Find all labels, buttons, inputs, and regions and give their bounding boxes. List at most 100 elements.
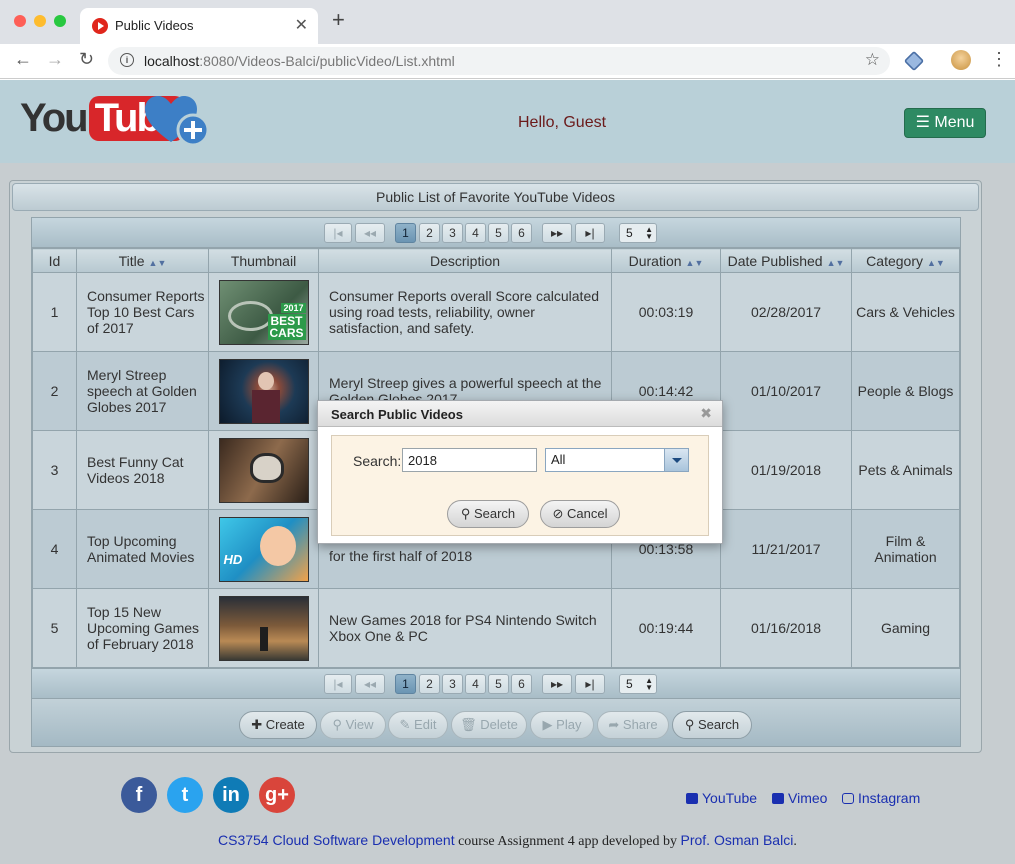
page-4-button[interactable]: 4 [465, 223, 486, 243]
author-link[interactable]: Prof. Osman Balci [680, 832, 793, 848]
delete-button[interactable]: 🗑 Delete [451, 711, 527, 739]
facebook-icon[interactable]: f [121, 777, 157, 813]
create-button[interactable]: ✚ Create [239, 711, 317, 739]
page-3-button[interactable]: 3 [442, 674, 463, 694]
browser-toolbar: ← → ↻ i localhost:8080/Videos-Balci/publ… [0, 44, 1015, 79]
plus-icon: ✚ [251, 717, 266, 732]
sort-icon[interactable]: ▲▼ [149, 258, 167, 268]
cell-id: 4 [32, 509, 77, 589]
col-header-id: Id [32, 248, 77, 273]
col-header-duration[interactable]: Duration ▲▼ [611, 248, 721, 273]
video-thumbnail[interactable] [218, 437, 309, 503]
back-icon[interactable]: ← [14, 49, 32, 70]
close-tab-icon[interactable]: ✕ [295, 15, 308, 35]
close-window-button[interactable] [14, 15, 26, 27]
vimeo-link[interactable]: Vimeo [772, 790, 827, 806]
col-header-category[interactable]: Category ▲▼ [851, 248, 960, 273]
new-tab-button[interactable]: + [332, 9, 345, 31]
linkedin-icon[interactable]: in [213, 777, 249, 813]
page-3-button[interactable]: 3 [442, 223, 463, 243]
cell-date: 01/10/2017 [720, 351, 852, 431]
profile-avatar[interactable] [951, 50, 971, 70]
page-6-button[interactable]: 6 [511, 674, 532, 694]
play-icon: ▶ [542, 717, 557, 732]
forward-icon[interactable]: → [46, 49, 64, 70]
page-6-button[interactable]: 6 [511, 223, 532, 243]
page-5-button[interactable]: 5 [488, 223, 509, 243]
browser-menu-icon[interactable]: ⋮ [990, 50, 1008, 68]
col-header-date[interactable]: Date Published ▲▼ [720, 248, 852, 273]
first-page-button[interactable]: |◂ [324, 674, 352, 694]
last-page-button[interactable]: ▸| [575, 674, 605, 694]
sort-icon[interactable]: ▲▼ [827, 258, 845, 268]
minimize-window-button[interactable] [34, 15, 46, 27]
close-icon[interactable]: ✖ [700, 405, 712, 422]
browser-tab[interactable]: Public Videos ✕ [80, 8, 318, 44]
cell-date: 11/21/2017 [720, 509, 852, 589]
chevron-down-icon[interactable] [664, 449, 688, 471]
share-icon: ➦ [608, 717, 623, 732]
youtube-link[interactable]: YouTube [686, 790, 757, 806]
cell-title: Top 15 New Upcoming Games of February 20… [76, 588, 209, 668]
view-button[interactable]: ⚲ View [320, 711, 386, 739]
sort-icon[interactable]: ▲▼ [686, 258, 704, 268]
instagram-link[interactable]: Instagram [842, 790, 920, 806]
zoom-window-button[interactable] [54, 15, 66, 27]
video-thumbnail[interactable] [218, 358, 309, 424]
dialog-search-button[interactable]: ⚲ Search [447, 500, 529, 528]
menu-button[interactable]: ☰ Menu [904, 108, 986, 138]
reload-icon[interactable]: ↻ [79, 49, 94, 70]
dialog-cancel-button[interactable]: ⊘ Cancel [540, 500, 620, 528]
page-1-button[interactable]: 1 [395, 223, 416, 243]
col-header-title[interactable]: Title ▲▼ [76, 248, 209, 273]
table-row[interactable]: 1 Consumer Reports Top 10 Best Cars of 2… [32, 272, 960, 352]
play-button[interactable]: ▶ Play [530, 711, 594, 739]
spinner-icon: ▲ ▼ [645, 676, 653, 692]
course-link[interactable]: CS3754 Cloud Software Development [218, 832, 455, 848]
video-thumbnail[interactable]: 2017 BEST CARS [218, 279, 309, 345]
video-thumbnail[interactable] [218, 595, 309, 661]
url-text: localhost:8080/Videos-Balci/publicVideo/… [144, 53, 455, 69]
cell-thumbnail [208, 351, 319, 431]
rows-per-page-select[interactable]: 5 ▲ ▼ [619, 223, 657, 243]
video-thumbnail[interactable]: HD [218, 516, 309, 582]
google-plus-icon[interactable]: g+ [259, 777, 295, 813]
bookmark-star-icon[interactable]: ☆ [865, 50, 880, 70]
page-5-button[interactable]: 5 [488, 674, 509, 694]
cancel-icon: ⊘ [552, 506, 568, 521]
next-page-button[interactable]: ▸▸ [542, 223, 572, 243]
sort-icon[interactable]: ▲▼ [927, 258, 945, 268]
prev-page-button[interactable]: ◂◂ [355, 674, 385, 694]
spinner-icon: ▲ ▼ [645, 225, 653, 241]
prev-page-button[interactable]: ◂◂ [355, 223, 385, 243]
page-1-button[interactable]: 1 [395, 674, 416, 694]
search-input[interactable] [402, 448, 537, 472]
search-icon: ⚲ [684, 717, 698, 732]
greeting-text: Hello, Guest [518, 114, 607, 131]
share-button[interactable]: ➦ Share [597, 711, 669, 739]
rows-per-page-select[interactable]: 5 ▲ ▼ [619, 674, 657, 694]
last-page-button[interactable]: ▸| [575, 223, 605, 243]
cell-id: 1 [32, 272, 77, 352]
twitter-icon[interactable]: t [167, 777, 203, 813]
search-dialog: Search Public Videos ✖ Search: All ⚲ Sea… [317, 400, 723, 544]
search-scope-select[interactable]: All [545, 448, 689, 472]
page-4-button[interactable]: 4 [465, 674, 486, 694]
paginator-bottom: |◂ ◂◂ 1 2 3 4 5 6 ▸▸ ▸| 5 ▲ ▼ [32, 668, 960, 698]
table-row[interactable]: 5 Top 15 New Upcoming Games of February … [32, 588, 960, 668]
address-bar[interactable]: i localhost:8080/Videos-Balci/publicVide… [108, 47, 890, 75]
search-button[interactable]: ⚲ Search [672, 711, 752, 739]
cell-date: 01/16/2018 [720, 588, 852, 668]
search-icon: ⚲ [332, 717, 346, 732]
page-2-button[interactable]: 2 [419, 223, 440, 243]
info-icon[interactable]: i [120, 53, 134, 67]
page-2-button[interactable]: 2 [419, 674, 440, 694]
youtube-icon [686, 793, 698, 804]
next-page-button[interactable]: ▸▸ [542, 674, 572, 694]
cell-title: Meryl Streep speech at Golden Globes 201… [76, 351, 209, 431]
first-page-button[interactable]: |◂ [324, 223, 352, 243]
edit-button[interactable]: ✎ Edit [388, 711, 448, 739]
cell-category: Cars & Vehicles [851, 272, 960, 352]
cell-category: People & Blogs [851, 351, 960, 431]
tab-title: Public Videos [115, 18, 194, 33]
